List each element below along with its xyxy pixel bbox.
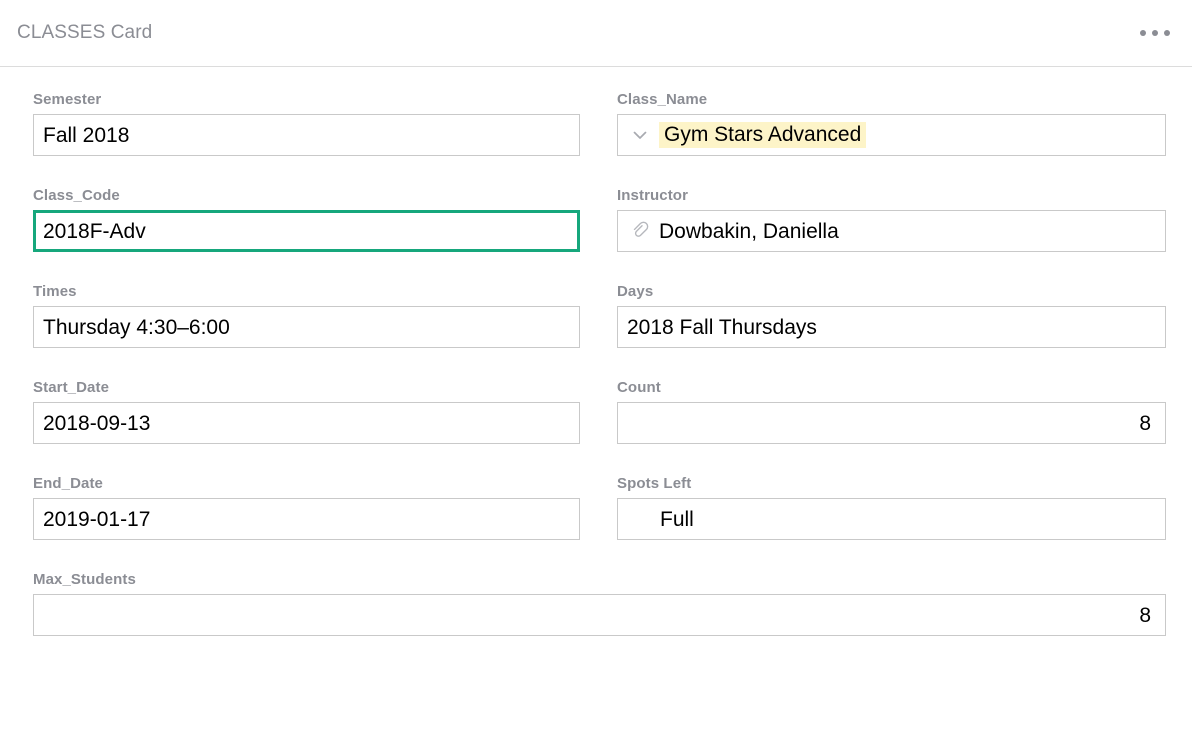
ellipsis-dot-icon <box>1164 30 1170 36</box>
field-label-max_students: Max_Students <box>33 571 1166 588</box>
field-label-class_code: Class_Code <box>33 187 580 204</box>
field-input-days[interactable]: 2018 Fall Thursdays <box>617 306 1166 348</box>
field-value-semester: Fall 2018 <box>43 125 129 146</box>
field-value-max_students: 8 <box>1139 605 1151 626</box>
field-input-end_date[interactable]: 2019-01-17 <box>33 498 580 540</box>
page-title: CLASSES Card <box>17 22 152 44</box>
field-value-start_date: 2018-09-13 <box>43 413 150 434</box>
field-count: Count 8 <box>617 379 1166 444</box>
classes-card: CLASSES Card Semester Fall 2018 Class_Name… <box>0 0 1192 667</box>
field-input-max_students[interactable]: 8 <box>33 594 1166 636</box>
field-input-class_name[interactable]: Gym Stars Advanced <box>617 114 1166 156</box>
field-class_code: Class_Code 2018F-Adv <box>33 187 580 252</box>
field-value-class_name: Gym Stars Advanced <box>659 122 866 148</box>
field-semester: Semester Fall 2018 <box>33 91 580 156</box>
field-value-end_date: 2019-01-17 <box>43 509 150 530</box>
field-times: Times Thursday 4:30–6:00 <box>33 283 580 348</box>
ellipsis-dot-icon <box>1152 30 1158 36</box>
field-label-end_date: End_Date <box>33 475 580 492</box>
field-input-class_code[interactable]: 2018F-Adv <box>33 210 580 252</box>
field-label-class_name: Class_Name <box>617 91 1166 108</box>
field-value-instructor: Dowbakin, Daniella <box>659 221 839 242</box>
field-spots_left: Spots Left Full <box>617 475 1166 540</box>
field-label-start_date: Start_Date <box>33 379 580 396</box>
link-icon <box>627 218 653 244</box>
field-input-instructor[interactable]: Dowbakin, Daniella <box>617 210 1166 252</box>
field-value-class_code: 2018F-Adv <box>43 221 146 242</box>
card-form: Semester Fall 2018 Class_Name Gym Stars Adv… <box>0 67 1192 667</box>
field-input-semester[interactable]: Fall 2018 <box>33 114 580 156</box>
ellipsis-dot-icon <box>1140 30 1146 36</box>
field-value-days: 2018 Fall Thursdays <box>627 317 817 338</box>
field-input-start_date[interactable]: 2018-09-13 <box>33 402 580 444</box>
field-input-times[interactable]: Thursday 4:30–6:00 <box>33 306 580 348</box>
field-label-count: Count <box>617 379 1166 396</box>
field-end_date: End_Date 2019-01-17 <box>33 475 580 540</box>
field-label-days: Days <box>617 283 1166 300</box>
field-label-semester: Semester <box>33 91 580 108</box>
field-value-times: Thursday 4:30–6:00 <box>43 317 230 338</box>
field-grid: Semester Fall 2018 Class_Name Gym Stars Adv… <box>33 91 1165 667</box>
field-start_date: Start_Date 2018-09-13 <box>33 379 580 444</box>
field-input-count[interactable]: 8 <box>617 402 1166 444</box>
field-value-spots_left: Full <box>660 509 694 530</box>
card-header: CLASSES Card <box>0 0 1192 67</box>
field-label-times: Times <box>33 283 580 300</box>
more-options-button[interactable] <box>1136 22 1174 44</box>
field-class_name: Class_Name Gym Stars Advanced <box>617 91 1166 156</box>
field-label-spots_left: Spots Left <box>617 475 1166 492</box>
field-instructor: Instructor Dowbakin, Daniella <box>617 187 1166 252</box>
chevron-down-icon[interactable] <box>627 122 653 148</box>
field-label-instructor: Instructor <box>617 187 1166 204</box>
field-max_students: Max_Students 8 <box>33 571 1166 636</box>
field-input-spots_left[interactable]: Full <box>617 498 1166 540</box>
field-value-count: 8 <box>1139 413 1151 434</box>
field-days: Days 2018 Fall Thursdays <box>617 283 1166 348</box>
